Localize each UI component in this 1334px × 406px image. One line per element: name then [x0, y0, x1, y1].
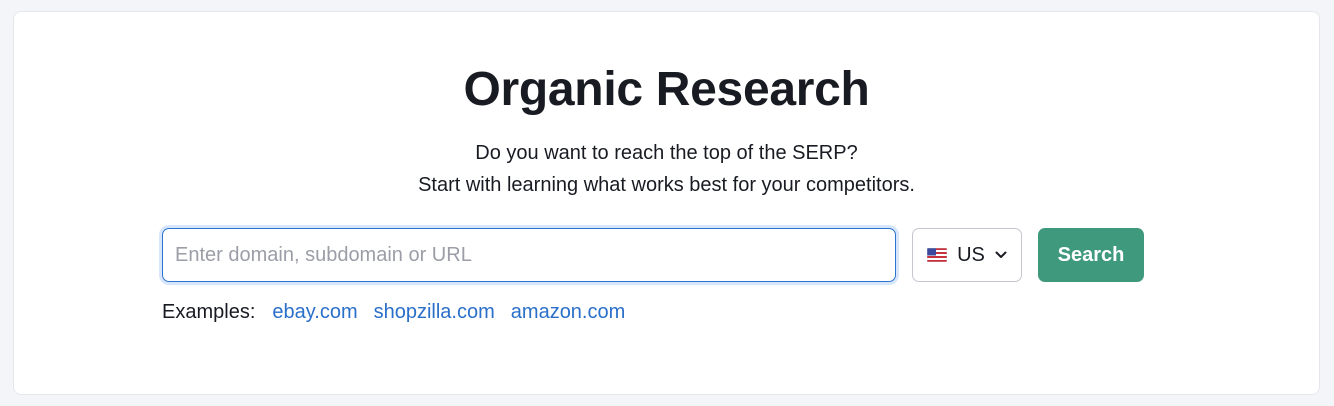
chevron-down-icon [995, 251, 1007, 258]
search-row: US Search [162, 228, 1144, 282]
database-label: US [957, 243, 985, 266]
us-flag-icon [927, 248, 948, 262]
page-title: Organic Research [463, 63, 870, 116]
database-select[interactable]: US [912, 228, 1022, 282]
domain-search-input[interactable] [162, 228, 896, 282]
organic-research-card: Organic Research Do you want to reach th… [13, 11, 1320, 395]
examples-row: Examples: ebay.com shopzilla.com amazon.… [162, 301, 641, 324]
search-button[interactable]: Search [1038, 228, 1144, 282]
page-subtitle: Do you want to reach the top of the SERP… [14, 137, 1319, 201]
examples-label: Examples: [162, 301, 256, 323]
example-link-amazon[interactable]: amazon.com [511, 301, 626, 324]
subtitle-line-2: Start with learning what works best for … [418, 174, 915, 196]
example-link-shopzilla[interactable]: shopzilla.com [374, 301, 495, 324]
subtitle-line-1: Do you want to reach the top of the SERP… [475, 142, 858, 164]
example-link-ebay[interactable]: ebay.com [272, 301, 357, 324]
